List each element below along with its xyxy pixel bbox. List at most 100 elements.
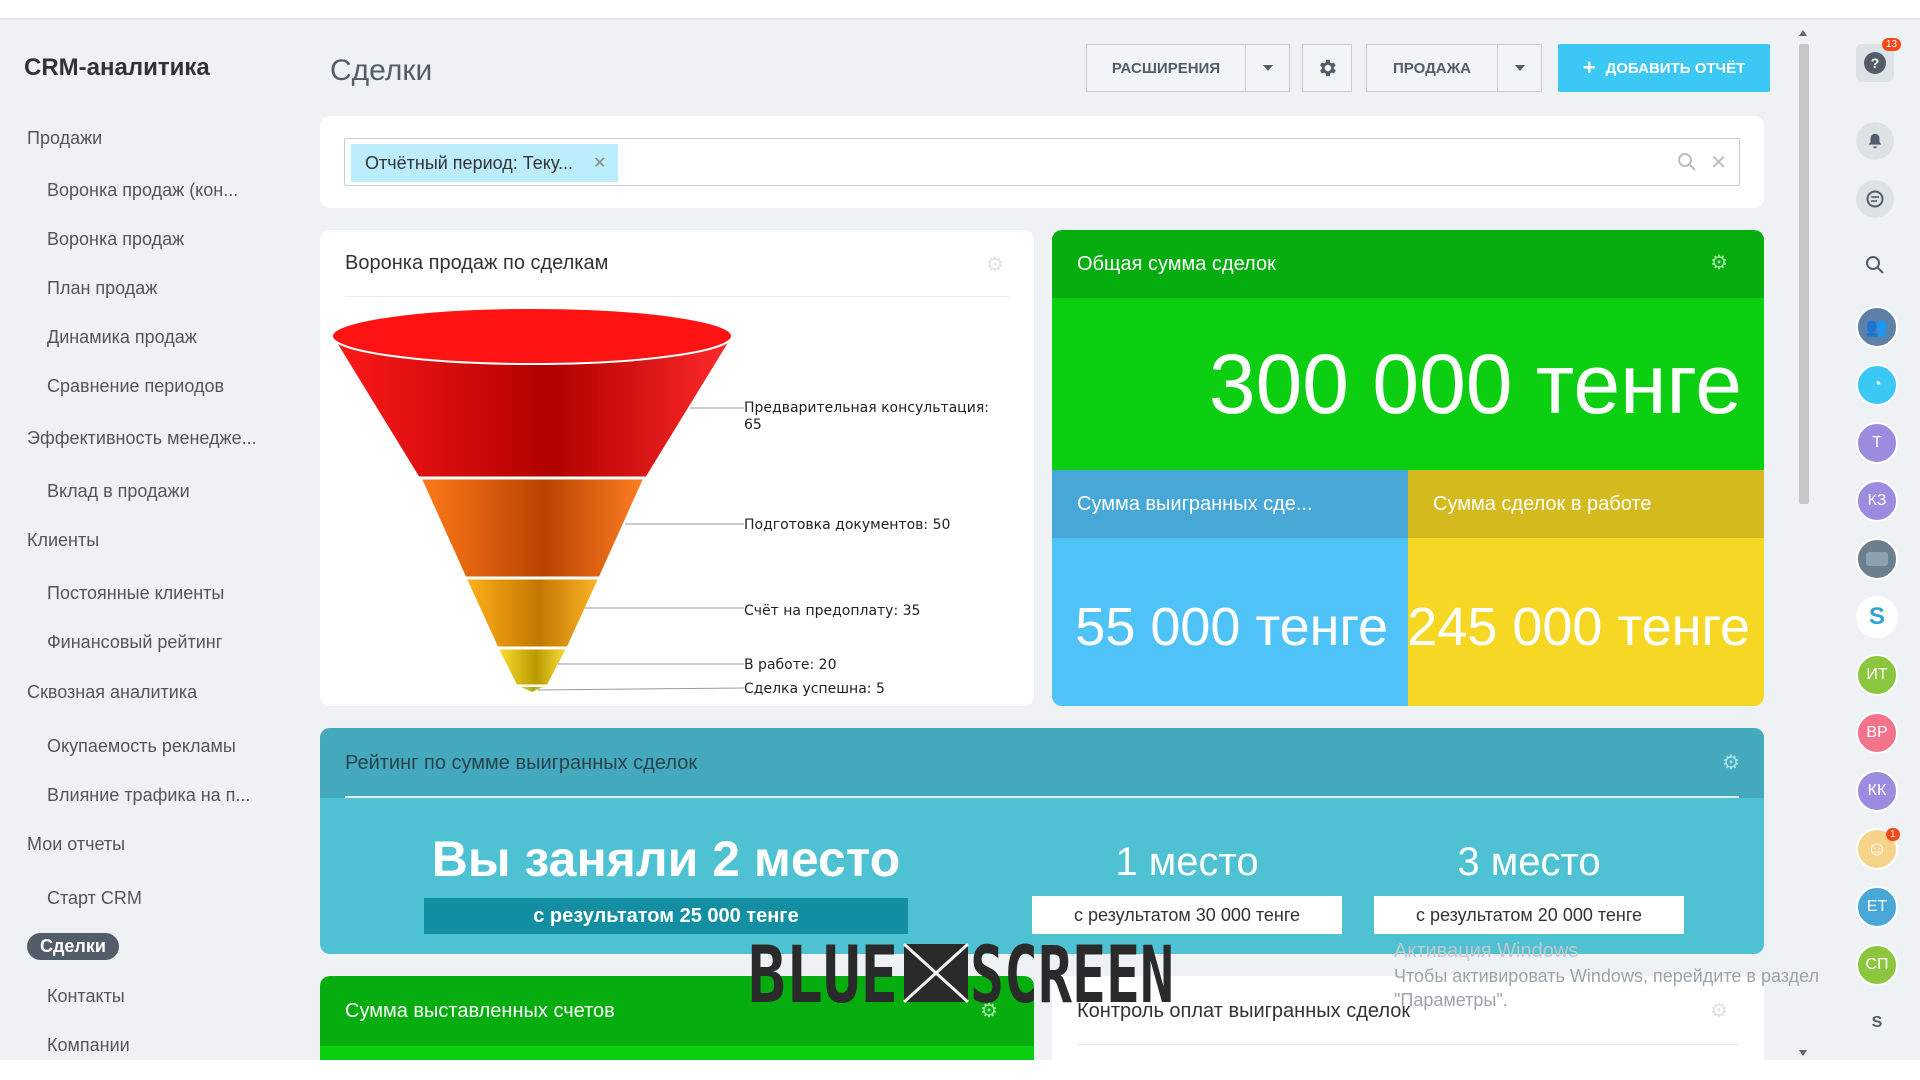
inwork-sum-tile: Сумма сделок в работе 245 000 тенге — [1408, 470, 1764, 706]
sidebar-item-contacts[interactable]: Контакты — [47, 986, 125, 1007]
photo-icon — [1866, 552, 1888, 566]
app-logo-icon: S — [1868, 603, 1885, 630]
extensions-button[interactable]: РАСШИРЕНИЯ — [1086, 44, 1290, 92]
activation-text: Чтобы активировать Windows, перейдите в … — [1394, 966, 1820, 986]
invoices-body — [320, 1046, 1034, 1060]
divider — [1077, 1044, 1739, 1045]
scrollbar-thumb[interactable] — [1799, 44, 1809, 504]
funnel-widget: Воронка продаж по сделкам ⚙ Предваритель… — [320, 230, 1034, 706]
gear-icon[interactable]: ⚙ — [1710, 998, 1728, 1023]
messages-button[interactable] — [1856, 180, 1894, 218]
settings-button[interactable] — [1302, 44, 1352, 92]
sidebar-item-clients[interactable]: Клиенты — [27, 530, 99, 551]
sidebar-item-sales-plan[interactable]: План продаж — [47, 278, 157, 299]
sidebar-item-companies[interactable]: Компании — [47, 1035, 130, 1056]
user-avatar[interactable]: ИТ — [1856, 654, 1898, 696]
logo-text-left: BLUE — [748, 938, 898, 1008]
sidebar-item-end-to-end-analytics[interactable]: Сквозная аналитика — [27, 682, 197, 703]
funnel-label-1: Предварительная консультация: — [744, 400, 989, 416]
sale-dropdown[interactable] — [1497, 45, 1541, 91]
rating-widget: Рейтинг по сумме выигранных сделок ⚙ Вы … — [320, 728, 1764, 954]
filter-chip-label: Отчётный период: Теку... — [365, 152, 574, 173]
sale-button[interactable]: ПРОДАЖА — [1366, 44, 1542, 92]
sidebar-item-start-crm[interactable]: Старт CRM — [47, 888, 142, 909]
page-title: Сделки — [330, 54, 433, 87]
group-icon: 👥 — [1865, 316, 1889, 337]
filter-chip-period[interactable]: Отчётный период: Теку... ✕ — [351, 144, 619, 182]
filter-panel: Отчётный период: Теку... ✕ ✕ — [320, 116, 1764, 208]
right-panel: ? 13 👥 ◔ Т КЗ S ИТ ВР КК ☺ 1 ЕТ СП S — [1818, 22, 1920, 1062]
notifications-button[interactable] — [1856, 122, 1894, 160]
sailet-logo-icon: S — [1871, 1014, 1883, 1031]
funnel-stage-4[interactable] — [494, 646, 571, 688]
sidebar-item-manager-efficiency[interactable]: Эффективность менедже... — [27, 428, 257, 449]
user-avatar[interactable]: КЗ — [1856, 480, 1898, 522]
sidebar-item-sales-contribution[interactable]: Вклад в продажи — [47, 481, 190, 502]
search-icon[interactable] — [1677, 152, 1697, 172]
deals-sum-widget: Общая сумма сделок ⚙ 300 000 тенге Сумма… — [1052, 230, 1764, 706]
sidebar-item-deals[interactable]: Сделки — [27, 933, 119, 960]
third-place-title: 3 место — [1457, 840, 1601, 884]
user-avatar[interactable]: Т — [1856, 422, 1898, 464]
user-avatar[interactable]: ЕТ — [1856, 886, 1898, 928]
chip-close-icon[interactable]: ✕ — [593, 153, 606, 173]
app-title: CRM-аналитика — [24, 54, 210, 81]
inwork-sum-amount: 245 000 тенге — [1408, 597, 1750, 657]
user-clock-icon: ◔ — [1872, 376, 1882, 393]
sidebar-item-traffic-impact[interactable]: Влияние трафика на п... — [47, 785, 250, 806]
first-place-title: 1 место — [1115, 840, 1259, 884]
scroll-up-arrow[interactable] — [1799, 30, 1807, 36]
add-report-label: ДОБАВИТЬ ОТЧЁТ — [1605, 59, 1746, 77]
gear-icon[interactable]: ⚙ — [1722, 750, 1740, 775]
inwork-sum-title: Сумма сделок в работе — [1433, 492, 1652, 515]
sidebar-item-period-compare[interactable]: Сравнение периодов — [47, 376, 224, 397]
help-icon: ? — [1864, 52, 1886, 74]
bluescreen-logo: BLUE SCREEN — [748, 931, 1174, 1021]
plus-icon: + — [1582, 55, 1596, 80]
funnel-stage-3[interactable] — [462, 576, 603, 650]
sidebar-item-sales-dynamics[interactable]: Динамика продаж — [47, 327, 197, 348]
funnel-label-4: В работе: 20 — [744, 657, 836, 673]
user-photo-avatar[interactable] — [1856, 538, 1898, 580]
invoices-title: Сумма выставленных счетов — [345, 1000, 615, 1022]
extensions-dropdown[interactable] — [1245, 45, 1289, 91]
funnel-stage-2[interactable] — [417, 476, 648, 580]
sidebar-item-financial-rating[interactable]: Финансовый рейтинг — [47, 632, 222, 653]
user-avatar[interactable]: СП — [1856, 944, 1898, 986]
activation-text-2: "Параметры". — [1394, 990, 1508, 1010]
gear-icon[interactable]: ⚙ — [1710, 250, 1728, 275]
sidebar-item-sales[interactable]: Продажи — [27, 128, 102, 149]
scroll-down-arrow[interactable] — [1799, 1050, 1807, 1056]
clear-filter-icon[interactable]: ✕ — [1710, 150, 1727, 175]
sidebar-item-ad-payback[interactable]: Окупаемость рекламы — [47, 736, 236, 757]
rating-divider — [345, 796, 1739, 798]
funnel-label-3: Счёт на предоплату: 35 — [744, 603, 920, 619]
search-button[interactable] — [1856, 246, 1894, 284]
rating-title: Рейтинг по сумме выигранных сделок — [345, 752, 698, 774]
page-scrollbar[interactable] — [1796, 30, 1810, 1060]
user-avatar[interactable]: КК — [1856, 770, 1898, 812]
won-sum-title: Сумма выигранных сде... — [1077, 492, 1313, 515]
sailet-avatar[interactable]: S — [1856, 1002, 1898, 1044]
user-avatar[interactable]: ВР — [1856, 712, 1898, 754]
sidebar-item-my-reports[interactable]: Мои отчеты — [27, 834, 125, 855]
sidebar-item-funnel[interactable]: Воронка продаж — [47, 229, 184, 250]
cartoon-badge: 1 — [1886, 828, 1900, 841]
app-avatar[interactable]: S — [1856, 596, 1898, 638]
chat-icon — [1866, 190, 1884, 208]
help-badge: 13 — [1882, 38, 1902, 51]
total-sum-title: Общая сумма сделок — [1077, 252, 1276, 275]
group-chat-avatar[interactable]: 👥 — [1856, 306, 1898, 348]
filter-search-input[interactable]: Отчётный период: Теку... ✕ ✕ — [344, 138, 1740, 186]
funnel-value-1: 65 — [744, 417, 762, 433]
sidebar-item-regular-clients[interactable]: Постоянные клиенты — [47, 583, 224, 604]
search-icon — [1866, 256, 1884, 274]
won-sum-amount: 55 000 тенге — [1075, 597, 1388, 657]
add-report-button[interactable]: + ДОБАВИТЬ ОТЧЁТ — [1558, 44, 1770, 92]
funnel-leader-5 — [537, 687, 745, 691]
open-lines-avatar[interactable]: ◔ — [1856, 364, 1898, 406]
third-place-result: с результатом 20 000 тенге — [1374, 896, 1684, 934]
sidebar-item-funnel-contacts[interactable]: Воронка продаж (кон... — [47, 180, 238, 201]
total-sum-amount: 300 000 тенге — [1208, 337, 1742, 431]
chevron-down-icon — [1514, 65, 1525, 71]
